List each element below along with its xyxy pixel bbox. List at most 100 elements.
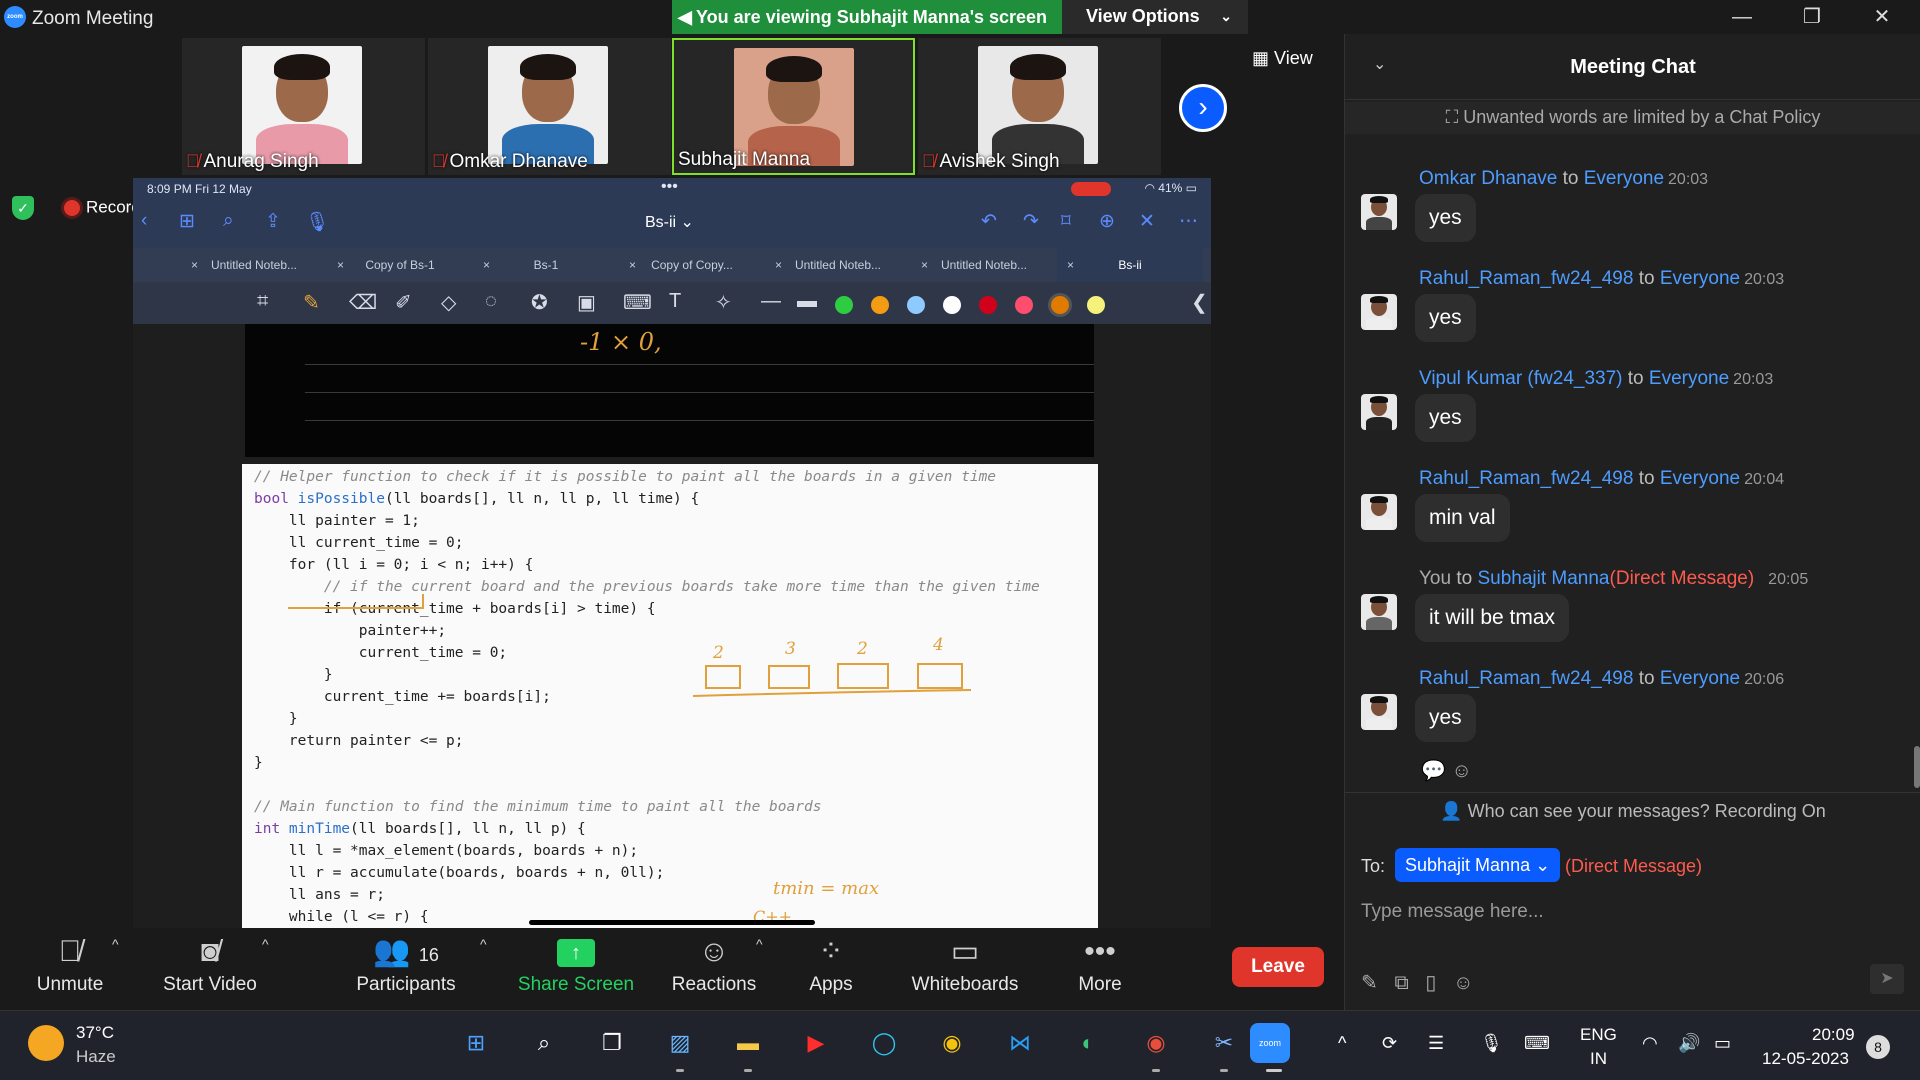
tab-notebook[interactable]: × Copy of Copy... <box>619 248 765 282</box>
zoom-app-icon[interactable]: zoom <box>1250 1023 1290 1063</box>
tab-notebook[interactable]: × Untitled Noteb... <box>911 248 1057 282</box>
microphone-icon[interactable]: 🎙 <box>1480 1033 1503 1054</box>
shared-screen[interactable]: 8:09 PM Fri 12 May ••• ◠ 41% ▭ ‹ ⊞ ⌕ ⇪ 🎙… <box>133 178 1211 928</box>
add-reaction-icon[interactable]: ☺ <box>1451 760 1471 782</box>
close-button[interactable]: ✕ <box>1862 4 1902 30</box>
video-options-caret-icon[interactable]: ^ <box>262 936 269 952</box>
clock-time[interactable]: 20:09 <box>1812 1025 1855 1045</box>
windows-start-icon[interactable]: ⊞ <box>456 1023 496 1063</box>
minimize-button[interactable]: — <box>1722 4 1762 30</box>
close-tab-icon[interactable]: × <box>191 248 198 282</box>
notification-badge[interactable]: 8 <box>1866 1035 1890 1059</box>
note-canvas[interactable]: -1 ⨯ 0, // Helper function to check if i… <box>133 324 1211 928</box>
video-tile-active[interactable]: Subhajit Manna <box>672 38 915 175</box>
tab-active[interactable]: × Bs-ii <box>1057 248 1203 282</box>
document-title[interactable]: Bs-ii ⌄ <box>645 212 694 232</box>
reactions-options-caret-icon[interactable]: ^ <box>756 936 763 952</box>
view-options-button[interactable]: View Options ⌄ <box>1062 0 1248 34</box>
volume-icon[interactable]: 🔊 <box>1678 1033 1700 1054</box>
language-indicator[interactable]: ENG <box>1580 1025 1617 1045</box>
whiteboards-button[interactable]: ▭ Whiteboards <box>900 928 1030 1010</box>
color-swatch-green[interactable] <box>835 296 853 314</box>
share-screen-button[interactable]: ↑ Share Screen <box>516 928 636 1010</box>
message-bubble[interactable]: yes <box>1415 394 1476 442</box>
clock-date[interactable]: 12-05-2023 <box>1762 1049 1849 1069</box>
close-tab-icon[interactable]: × <box>1067 248 1074 282</box>
recipient[interactable]: Everyone <box>1584 168 1664 189</box>
recipient[interactable]: Everyone <box>1649 368 1729 389</box>
lasso-icon[interactable]: ◌ <box>485 290 497 313</box>
color-swatch-red[interactable] <box>979 296 997 314</box>
keyboard-icon[interactable]: ⌨ <box>623 290 652 315</box>
color-swatch-selected[interactable] <box>1051 296 1069 314</box>
thick-line-icon[interactable]: ▬ <box>797 290 817 313</box>
screenshot-icon[interactable]: ⧉ <box>1394 972 1408 994</box>
lasso-image-icon[interactable]: ⌗ <box>257 290 268 313</box>
chrome-icon[interactable]: ◉ <box>932 1023 972 1063</box>
file-icon[interactable]: ▯ <box>1425 972 1436 994</box>
more-button[interactable]: ••• More <box>1060 928 1140 1010</box>
sender-name[interactable]: Omkar Dhanave <box>1419 168 1557 189</box>
video-tile[interactable]: 🎙̸ Avishek Singh <box>918 38 1161 175</box>
message-bubble[interactable]: min val <box>1415 494 1510 542</box>
participants-options-caret-icon[interactable]: ^ <box>480 936 487 952</box>
vscode-icon[interactable]: ⋈ <box>1000 1023 1040 1063</box>
search-icon[interactable]: ⌕ <box>524 1023 564 1063</box>
sticker-icon[interactable]: ✪ <box>531 290 548 315</box>
region-indicator[interactable]: IN <box>1590 1049 1607 1069</box>
redo-icon[interactable]: ↷ <box>1023 210 1039 233</box>
photos-icon[interactable]: ▨ <box>660 1023 700 1063</box>
color-swatch-white[interactable] <box>943 296 961 314</box>
more-icon[interactable]: ⋯ <box>1179 210 1198 233</box>
start-video-button[interactable]: ◙̸ Start Video ^ <box>150 928 270 1010</box>
close-tab-icon[interactable]: × <box>337 248 344 282</box>
sender-name[interactable]: Rahul_Raman_fw24_498 <box>1419 668 1633 689</box>
show-hidden-icons[interactable]: ^ <box>1338 1033 1346 1054</box>
participants-button[interactable]: 👥 16 Participants ^ <box>346 928 486 1010</box>
color-swatch-orange[interactable] <box>871 296 889 314</box>
leave-button[interactable]: Leave <box>1232 947 1324 987</box>
close-tab-icon[interactable]: × <box>629 248 636 282</box>
battery-icon[interactable]: ▭ <box>1714 1033 1731 1054</box>
video-tile[interactable]: 🎙̸ Anurag Singh <box>182 38 425 175</box>
collapse-toolbar-icon[interactable]: ❮ <box>1191 290 1208 315</box>
chat-scrollbar[interactable] <box>1914 746 1920 788</box>
chrome-profile-icon[interactable]: ◉ <box>1136 1023 1176 1063</box>
share-icon[interactable]: ⇪ <box>265 210 281 233</box>
pen-icon[interactable]: ✎ <box>303 290 320 315</box>
keyboard-icon[interactable]: ⌨ <box>1524 1033 1550 1054</box>
text-icon[interactable]: T <box>669 290 681 313</box>
unmute-options-caret-icon[interactable]: ^ <box>112 936 119 952</box>
file-explorer-icon[interactable]: ▬ <box>728 1023 768 1063</box>
tab-notebook[interactable]: × Copy of Bs-1 <box>327 248 473 282</box>
recipient[interactable]: Everyone <box>1660 268 1740 289</box>
message-bubble[interactable]: it will be tmax <box>1415 594 1570 642</box>
sender-name[interactable]: Rahul_Raman_fw24_498 <box>1419 468 1633 489</box>
view-button[interactable]: ▦ View <box>1252 48 1313 69</box>
thin-line-icon[interactable]: — <box>761 290 781 313</box>
eraser-icon[interactable]: ⌫ <box>349 290 377 315</box>
emoji-icon[interactable]: ☺ <box>1453 972 1473 994</box>
laser-icon[interactable]: ✧ <box>715 290 732 315</box>
microphone-icon[interactable]: 🎙 <box>305 210 329 234</box>
undo-icon[interactable]: ↶ <box>981 210 997 233</box>
shapes-icon[interactable]: ◇ <box>441 290 456 315</box>
message-bubble[interactable]: yes <box>1415 194 1476 242</box>
weather-desc[interactable]: Haze <box>76 1047 116 1067</box>
format-icon[interactable]: ✎ <box>1361 972 1378 994</box>
notes-icon[interactable]: ☰ <box>1428 1033 1444 1054</box>
reactions-button[interactable]: ☺ Reactions ^ <box>664 928 764 1010</box>
unmute-button[interactable]: 🎙̸ Unmute ^ <box>20 928 120 1010</box>
video-tile[interactable]: 🎙̸ Omkar Dhanave <box>428 38 671 175</box>
back-icon[interactable]: ‹ <box>141 210 147 232</box>
add-page-icon[interactable]: ⊕ <box>1099 210 1115 233</box>
restore-button[interactable]: ❐ <box>1792 4 1832 30</box>
recipient-select[interactable]: Subhajit Manna ⌄ <box>1395 848 1561 882</box>
grid-icon[interactable]: ⊞ <box>179 210 195 233</box>
tab-notebook[interactable]: × Bs-1 <box>473 248 619 282</box>
tab-notebook[interactable]: × Untitled Noteb... <box>181 248 327 282</box>
color-swatch-yellow[interactable] <box>1087 296 1105 314</box>
message-bubble[interactable]: yes <box>1415 694 1476 742</box>
tab-notebook[interactable]: × Untitled Noteb... <box>765 248 911 282</box>
apps-button[interactable]: ⁘ Apps <box>786 928 876 1010</box>
